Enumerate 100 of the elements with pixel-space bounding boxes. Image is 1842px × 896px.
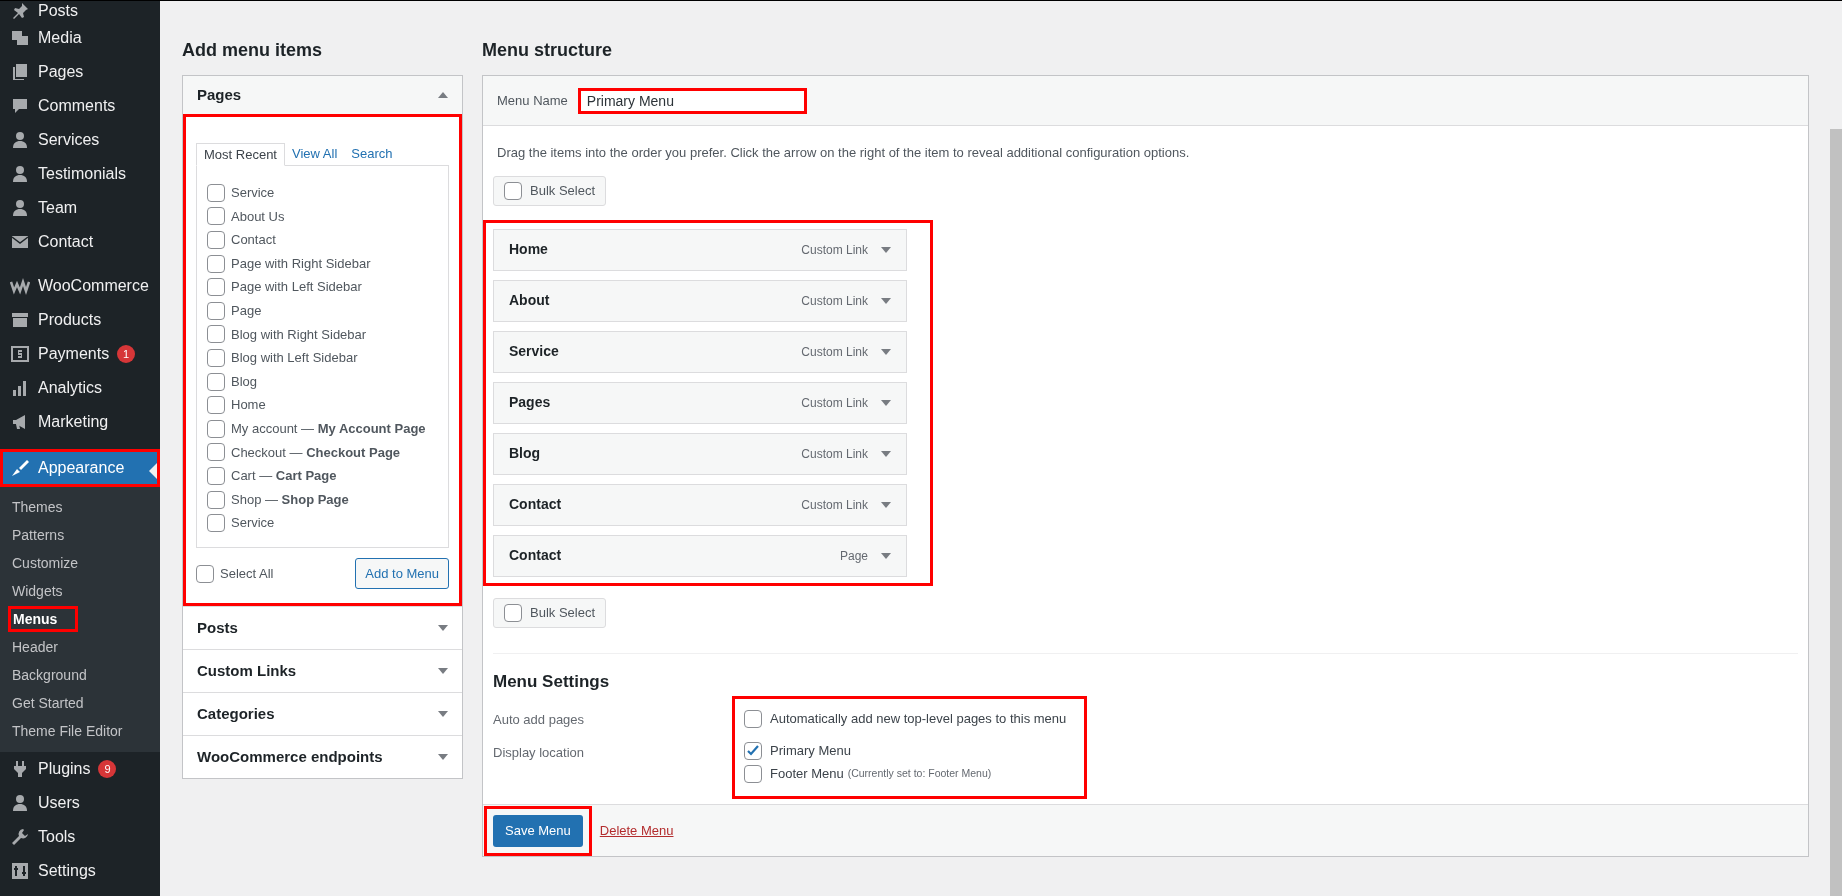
menu-item[interactable]: Pages Custom Link <box>493 381 907 424</box>
submenu-item[interactable]: Get Started <box>10 694 84 712</box>
collapse-caret-icon[interactable] <box>438 92 448 98</box>
menu-item[interactable]: Blog Custom Link <box>493 432 907 475</box>
submenu-item[interactable]: Theme File Editor <box>10 722 123 740</box>
checkbox[interactable] <box>207 466 225 485</box>
save-menu-button[interactable]: Save Menu <box>493 814 583 847</box>
person-icon <box>10 198 30 218</box>
sidebar-item[interactable]: Analytics <box>0 371 160 405</box>
menu-name-field[interactable]: Primary Menu <box>577 87 807 114</box>
expand-caret-icon[interactable] <box>438 668 448 674</box>
checkbox-label: Service <box>231 514 275 533</box>
expand-caret-icon[interactable] <box>881 399 891 406</box>
sidebar-label: Settings <box>38 861 96 881</box>
submenu-item[interactable]: Header <box>10 638 58 656</box>
expand-caret-icon[interactable] <box>881 501 891 508</box>
submenu-item[interactable]: Menus <box>8 606 79 632</box>
checkbox[interactable] <box>504 181 522 200</box>
instructions-text: Drag the items into the order you prefer. Click the arrow on the right of the item to reveal additional configuration options. <box>496 144 1191 162</box>
accordion-header[interactable]: Pages <box>183 76 462 114</box>
count-badge: 1 <box>117 345 136 363</box>
menu-item-type: Custom Link <box>801 343 868 361</box>
checkbox[interactable] <box>207 443 225 462</box>
checkbox[interactable] <box>196 564 214 583</box>
sidebar-item[interactable]: Posts <box>0 1 160 21</box>
sidebar-item[interactable]: Comments <box>0 89 160 123</box>
sidebar-item[interactable]: Payments 1 <box>0 337 160 371</box>
person-icon <box>10 164 30 184</box>
sidebar-item[interactable]: Testimonials <box>0 157 160 191</box>
expand-caret-icon[interactable] <box>881 297 891 304</box>
expand-caret-icon[interactable] <box>881 246 891 253</box>
checkbox-label: Service <box>231 184 275 203</box>
checkbox[interactable] <box>207 278 225 297</box>
checkbox[interactable] <box>207 396 225 415</box>
banknote-icon <box>10 344 30 364</box>
bulk-select-button[interactable]: Bulk Select <box>493 597 607 628</box>
checkbox[interactable] <box>207 254 225 273</box>
accordion-title: Categories <box>197 703 275 724</box>
expand-caret-icon[interactable] <box>438 625 448 631</box>
accordion-title: Pages <box>197 84 242 105</box>
expand-caret-icon[interactable] <box>438 754 448 760</box>
menu-item[interactable]: Contact Page <box>493 534 907 577</box>
submenu-item[interactable]: Widgets <box>10 582 63 600</box>
section-heading: Menu structure <box>482 39 614 62</box>
checkbox[interactable] <box>207 301 225 320</box>
sidebar-label: Contact <box>38 232 94 252</box>
checkbox[interactable] <box>207 183 225 202</box>
checkbox[interactable] <box>744 765 762 783</box>
menu-item[interactable]: Service Custom Link <box>493 330 907 373</box>
add-to-menu-button[interactable]: Add to Menu <box>355 558 449 589</box>
menu-item[interactable]: About Custom Link <box>493 279 907 322</box>
sidebar-label: Pages <box>38 62 84 82</box>
checkbox[interactable] <box>744 742 762 760</box>
sidebar-item[interactable]: Team <box>0 191 160 225</box>
sidebar-label: Analytics <box>38 378 103 398</box>
checkbox[interactable] <box>207 490 225 509</box>
submenu-item[interactable]: Customize <box>10 554 79 572</box>
sidebar-item[interactable]: Services <box>0 123 160 157</box>
expand-caret-icon[interactable] <box>881 450 891 457</box>
checkbox[interactable] <box>744 710 762 728</box>
scrollbar[interactable] <box>1830 129 1842 896</box>
checkbox[interactable] <box>207 348 225 367</box>
submenu-item[interactable]: Patterns <box>10 526 65 544</box>
expand-caret-icon[interactable] <box>881 348 891 355</box>
sidebar-item[interactable]: Tools <box>0 820 160 854</box>
bulk-select-button[interactable]: Bulk Select <box>493 175 607 206</box>
expand-caret-icon[interactable] <box>438 711 448 717</box>
sidebar-item[interactable]: Settings <box>0 854 160 888</box>
checkbox-label: Cart — Cart Page <box>231 467 337 486</box>
checkbox[interactable] <box>207 231 225 249</box>
submenu-item[interactable]: Background <box>10 666 87 684</box>
tab[interactable]: Most Recent <box>196 143 285 166</box>
checkbox[interactable] <box>207 372 225 391</box>
checkbox[interactable] <box>207 325 225 344</box>
sidebar-item[interactable]: Plugins 9 <box>0 752 160 786</box>
checkbox[interactable] <box>207 207 225 226</box>
settings-heading: Menu Settings <box>493 670 611 693</box>
sidebar-label: Users <box>38 793 80 813</box>
submenu-item[interactable]: Themes <box>10 498 63 516</box>
menu-item[interactable]: Home Custom Link <box>493 228 907 271</box>
checkbox[interactable] <box>207 419 225 438</box>
comment-icon <box>10 96 30 116</box>
sidebar-item[interactable]: Marketing <box>0 405 160 439</box>
sidebar-item[interactable]: Users <box>0 786 160 820</box>
sidebar-item[interactable]: Appearance <box>0 449 160 487</box>
sidebar-item[interactable]: Contact <box>0 225 160 259</box>
delete-menu-link[interactable]: Delete Menu <box>599 820 674 841</box>
menu-item[interactable]: Contact Custom Link <box>493 483 907 526</box>
checkbox[interactable] <box>504 603 522 622</box>
sidebar-item[interactable]: Products <box>0 303 160 337</box>
checkbox[interactable] <box>207 514 225 533</box>
sidebar-item[interactable]: WooCommerce <box>0 269 160 303</box>
sidebar-item[interactable]: Media <box>0 21 160 55</box>
person-icon <box>10 793 30 813</box>
tab[interactable]: Search <box>344 142 400 165</box>
expand-caret-icon[interactable] <box>881 552 891 559</box>
sidebar-item[interactable]: Pages <box>0 55 160 89</box>
tab[interactable]: View All <box>285 142 345 165</box>
menu-item-title: Contact <box>509 495 563 514</box>
paintbrush-icon <box>10 458 30 478</box>
